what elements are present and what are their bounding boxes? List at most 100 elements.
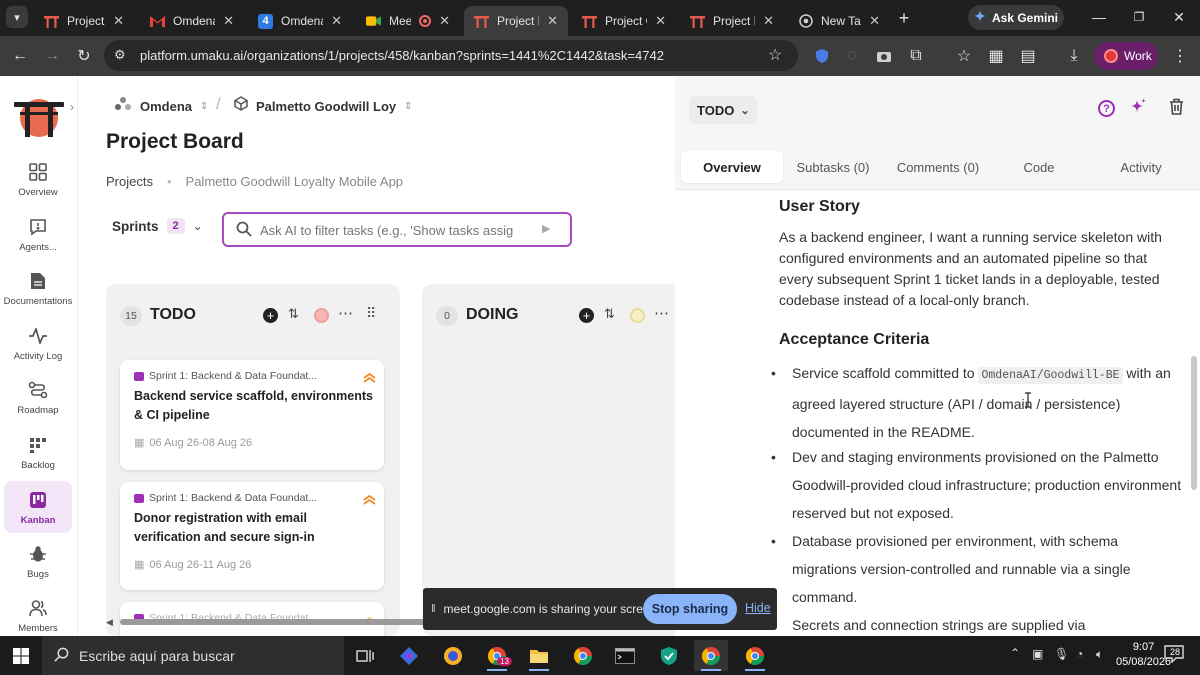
tab-comments[interactable]: Comments (0) <box>883 151 993 183</box>
column-color-dot[interactable] <box>314 308 329 323</box>
sidebar-item-bugs[interactable]: Bugs <box>4 536 72 586</box>
close-tab-icon[interactable]: ✕ <box>439 13 450 29</box>
new-tab-plus-icon[interactable]: + <box>892 6 916 30</box>
tab-code[interactable]: Code <box>993 151 1085 183</box>
add-task-plus-icon[interactable]: + <box>579 308 594 323</box>
profile-work-chip[interactable]: Work <box>1094 42 1158 70</box>
add-task-plus-icon[interactable]: + <box>263 308 278 323</box>
meet-tray-icon[interactable]: ▣ <box>1032 647 1043 661</box>
terminal-icon[interactable] <box>608 640 642 671</box>
windows-search-box[interactable]: Escribe aquí para buscar <box>42 636 344 675</box>
task-view-icon[interactable] <box>348 640 382 671</box>
browser-tab-6[interactable]: Project O ✕ <box>572 6 676 36</box>
bookmark-star-icon[interactable]: ☆ <box>768 45 782 65</box>
file-explorer-icon[interactable] <box>522 640 556 671</box>
breadcrumb-projects[interactable]: Projects <box>106 174 153 189</box>
back-arrow-icon[interactable]: ← <box>8 44 32 68</box>
extension-loader-icon[interactable]: ◌ <box>840 44 864 68</box>
ai-filter-input[interactable] <box>260 220 526 240</box>
sort-arrows-icon[interactable]: ⇅ <box>288 306 299 322</box>
brave-browser-icon[interactable] <box>436 640 470 671</box>
vertical-scrollbar-thumb[interactable] <box>1191 356 1197 490</box>
sort-arrows-icon[interactable]: ⇅ <box>604 306 615 322</box>
chrome-umaku-app-icon[interactable]: 13 <box>480 640 514 671</box>
chrome-active-window-icon[interactable] <box>694 640 728 671</box>
tab-activity[interactable]: Activity <box>1089 151 1193 183</box>
tab-subtasks[interactable]: Subtasks (0) <box>783 151 883 183</box>
screenshot-camera-icon[interactable] <box>872 44 896 68</box>
sidebar-item-members[interactable]: Members <box>4 590 72 636</box>
microphone-icon[interactable]: 🎙︎ <box>1054 647 1069 661</box>
close-tab-icon[interactable]: ✕ <box>223 13 234 29</box>
hide-share-bar-link[interactable]: Hide <box>745 601 771 615</box>
shield-app-icon[interactable] <box>652 640 686 671</box>
tab-search-chevron-icon[interactable]: ▾ <box>6 6 28 28</box>
sidebar-item-backlog[interactable]: Backlog <box>4 427 72 477</box>
sidebar-item-kanban[interactable]: Kanban <box>4 481 72 533</box>
sidebar-item-activity-log[interactable]: Activity Log <box>4 318 72 368</box>
ask-gemini-button[interactable]: Ask Gemini <box>968 5 1064 30</box>
reload-icon[interactable]: ↻ <box>72 44 96 68</box>
browser-tab-5-active[interactable]: Project B ✕ <box>464 6 568 36</box>
windows-start-icon[interactable] <box>4 640 38 671</box>
extension-shield-icon[interactable] <box>810 44 834 68</box>
help-icon[interactable]: ? <box>1098 100 1115 117</box>
sidebar-item-agents[interactable]: Agents... <box>4 209 72 259</box>
close-tab-icon[interactable]: ✕ <box>763 13 774 29</box>
tab-overview[interactable]: Overview <box>681 151 783 183</box>
sidebar-item-overview[interactable]: Overview <box>4 154 72 204</box>
close-tab-icon[interactable]: ✕ <box>547 13 558 29</box>
column-color-dot[interactable] <box>630 308 645 323</box>
task-card[interactable]: Sprint 1: Backend & Data Foundat... Dono… <box>120 482 384 590</box>
system-clock[interactable]: 9:07 05/08/2026 <box>1116 640 1171 670</box>
close-tab-icon[interactable]: ✕ <box>655 13 666 29</box>
browser-tab-1[interactable]: Project B ✕ <box>34 6 134 36</box>
task-card[interactable]: Sprint 1: Backend & Data Foundat... Back… <box>120 360 384 470</box>
wifi-icon[interactable]: ◔ <box>1076 647 1083 661</box>
project-switcher[interactable]: Palmetto Goodwill Loy ⇕ <box>234 96 413 116</box>
reading-mode-icon[interactable]: ▤ <box>1016 44 1040 68</box>
browser-tab-3[interactable]: 4 Omdena ✕ <box>248 6 352 36</box>
scroll-left-arrow-icon[interactable]: ◀ <box>106 617 113 628</box>
chrome-icon[interactable] <box>566 640 600 671</box>
download-icon[interactable]: ⤓ <box>1062 44 1086 68</box>
org-switcher[interactable]: Omdena ⇕ <box>114 96 208 117</box>
stop-sharing-button[interactable]: Stop sharing <box>643 594 737 624</box>
more-options-icon[interactable]: ⋯ <box>654 304 669 322</box>
address-bar[interactable]: ⚙ platform.umaku.ai/organizations/1/proj… <box>104 40 798 71</box>
bookmarks-star-icon[interactable]: ☆ <box>952 44 976 68</box>
close-window-icon[interactable]: ✕ <box>1162 5 1196 29</box>
notifications-icon[interactable]: 28 <box>1164 645 1184 668</box>
browser-tab-8[interactable]: New Tab ✕ <box>788 6 890 36</box>
restore-window-icon[interactable]: ❐ <box>1122 5 1156 29</box>
ai-sparkle-icon[interactable] <box>1129 98 1147 121</box>
tab-groups-icon[interactable]: ▦ <box>984 44 1008 68</box>
more-options-icon[interactable]: ⋯ <box>338 304 353 322</box>
share-drag-handle-icon[interactable]: ‖ <box>431 603 436 615</box>
chrome-profile-icon[interactable] <box>738 640 772 671</box>
delete-trash-icon[interactable] <box>1169 98 1184 120</box>
ai-filter-search[interactable]: ▶ <box>222 212 572 247</box>
site-settings-icon[interactable]: ⚙ <box>114 47 126 63</box>
close-tab-icon[interactable]: ✕ <box>331 13 342 29</box>
tray-chevron-up-icon[interactable]: ⌃ <box>1010 646 1020 660</box>
browser-menu-icon[interactable]: ⋮ <box>1168 44 1192 68</box>
status-dropdown[interactable]: TODO ⌄ <box>689 96 757 124</box>
browser-tab-7[interactable]: Project B ✕ <box>680 6 784 36</box>
sidebar-item-roadmap[interactable]: Roadmap <box>4 372 72 422</box>
copilot-app-icon[interactable] <box>392 640 426 671</box>
extensions-puzzle-icon[interactable]: ⧉ <box>904 44 928 68</box>
browser-tab-2[interactable]: Omdena ✕ <box>140 6 244 36</box>
minimize-window-icon[interactable]: — <box>1082 5 1116 29</box>
breadcrumb-project[interactable]: Palmetto Goodwill Loyalty Mobile App <box>186 174 404 189</box>
browser-tab-4[interactable]: Meet ✕ <box>356 6 460 36</box>
send-arrow-icon[interactable]: ▶ <box>542 222 550 235</box>
close-tab-icon[interactable]: ✕ <box>869 13 880 29</box>
sidebar-item-documentations[interactable]: Documentations <box>4 263 72 313</box>
url-text[interactable]: platform.umaku.ai/organizations/1/projec… <box>140 48 664 63</box>
sprints-filter[interactable]: Sprints 2 ⌄ <box>112 218 203 234</box>
forward-arrow-icon[interactable]: → <box>40 44 64 68</box>
drag-handle-icon[interactable]: ⠿ <box>366 305 376 322</box>
close-tab-icon[interactable]: ✕ <box>113 13 124 29</box>
volume-icon[interactable]: 🔈︎ <box>1096 647 1103 662</box>
